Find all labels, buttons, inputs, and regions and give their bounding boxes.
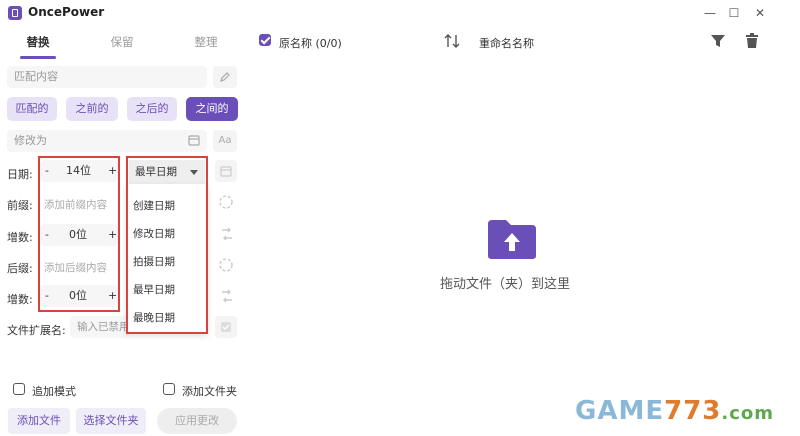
filter-icon[interactable]: [710, 33, 726, 49]
pencil-icon: [220, 72, 230, 82]
mode-between-button[interactable]: 之间的: [186, 97, 238, 121]
refresh-icon[interactable]: [217, 256, 235, 274]
highlight-stepper-column: [38, 156, 120, 312]
maximize-button[interactable]: ☐: [724, 4, 744, 22]
extension-input[interactable]: 输入已禁用: [70, 316, 130, 338]
highlight-dropdown: [126, 156, 208, 334]
calendar-icon[interactable]: [188, 134, 200, 146]
mode-after-button[interactable]: 之后的: [127, 97, 177, 121]
add-folder-checkbox[interactable]: [163, 383, 175, 395]
original-name-checkbox[interactable]: [259, 34, 271, 46]
dropzone-text: 拖动文件（夹）到这里: [440, 277, 571, 292]
date-calendar-button[interactable]: [215, 160, 237, 182]
title-bar: [0, 0, 800, 26]
tab-keep[interactable]: 保留: [102, 32, 142, 52]
add-folder-label: 添加文件夹: [182, 385, 237, 398]
choose-folder-button[interactable]: 选择文件夹: [76, 408, 146, 434]
calendar-icon: [220, 166, 232, 177]
swap-icon[interactable]: [218, 287, 236, 305]
suffix-label: 后缀:: [7, 262, 33, 275]
add-file-button[interactable]: 添加文件: [8, 408, 70, 434]
tab-replace[interactable]: 替换: [18, 32, 58, 52]
mode-before-button[interactable]: 之前的: [66, 97, 118, 121]
extension-check-button[interactable]: [215, 316, 237, 338]
minimize-button[interactable]: —: [700, 4, 720, 22]
app-logo-icon: [8, 6, 22, 20]
match-input[interactable]: 匹配内容: [7, 66, 207, 88]
apply-changes-button[interactable]: 应用更改: [157, 408, 237, 434]
tab-organize[interactable]: 整理: [186, 32, 226, 52]
refresh-icon[interactable]: [217, 193, 235, 211]
case-toggle-button[interactable]: Aa: [213, 130, 237, 152]
prefix-label: 前缀:: [7, 199, 33, 212]
active-tab-indicator: [20, 56, 56, 59]
increment-label: 增数:: [7, 231, 33, 244]
append-mode-checkbox[interactable]: [13, 383, 25, 395]
sort-icon[interactable]: [443, 32, 461, 50]
trash-icon[interactable]: [744, 33, 760, 49]
check-icon: [221, 322, 231, 332]
match-edit-button[interactable]: [213, 66, 237, 88]
swap-icon[interactable]: [218, 225, 236, 243]
original-name-header: 原名称 (0/0): [279, 37, 342, 50]
date-label: 日期:: [7, 168, 33, 181]
watermark-logo: GAME773.com: [575, 396, 775, 426]
increment-label: 增数:: [7, 293, 33, 306]
close-button[interactable]: ✕: [750, 4, 770, 22]
modify-input[interactable]: 修改为: [7, 130, 207, 152]
mode-matched-button[interactable]: 匹配的: [7, 97, 57, 121]
app-title: OncePower: [28, 5, 105, 19]
extension-label: 文件扩展名:: [7, 324, 66, 337]
append-mode-label: 追加模式: [32, 385, 76, 398]
rename-name-header: 重命名名称: [479, 37, 534, 50]
folder-upload-icon: [488, 220, 536, 259]
